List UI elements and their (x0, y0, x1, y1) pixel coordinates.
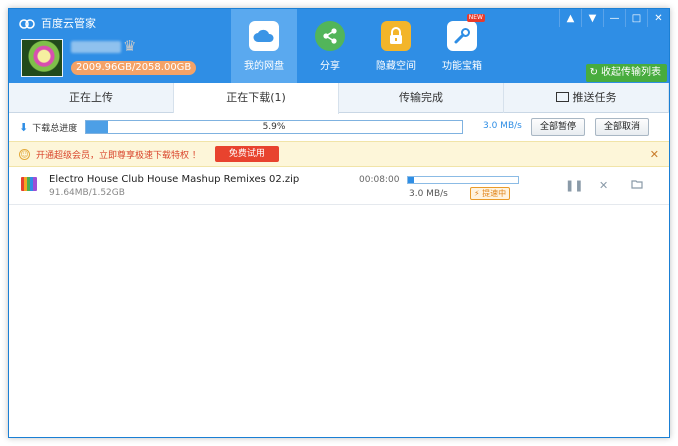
share-icon (315, 21, 345, 51)
close-button[interactable]: ✕ (647, 9, 669, 27)
cancel-all-button[interactable]: 全部取消 (595, 118, 650, 136)
main-nav: 我的网盘 分享 隐藏空间 NEW 功能宝箱 (231, 9, 495, 83)
zip-archive-icon (21, 177, 37, 191)
nav-my-disk[interactable]: 我的网盘 (231, 9, 297, 83)
nav-toolbox[interactable]: NEW 功能宝箱 (429, 9, 495, 83)
tab-push-tasks[interactable]: 推送任务 (504, 83, 669, 113)
new-badge: NEW (466, 14, 485, 22)
nav-label: 功能宝箱 (442, 61, 482, 72)
app-title-area: 百度云管家 (19, 15, 96, 31)
pause-all-button[interactable]: 全部暂停 (531, 118, 586, 136)
lock-icon (381, 21, 411, 51)
total-speed: 3.0 MB/s (483, 121, 522, 131)
close-icon[interactable]: ✕ (650, 148, 659, 161)
app-title: 百度云管家 (41, 17, 96, 30)
nav-hidden-space[interactable]: 隐藏空间 (363, 9, 429, 83)
file-progress-fill (408, 177, 415, 183)
download-arrow-icon: ⬇ (19, 120, 29, 134)
tab-downloading[interactable]: 正在下载(1) (174, 83, 339, 114)
collapse-transfer-list-button[interactable]: ↻ 收起传输列表 (585, 64, 667, 82)
collapse-label: 收起传输列表 (601, 67, 661, 78)
total-progress-percent: 5.9% (262, 122, 286, 132)
transfer-tabs: 正在上传 正在下载(1) 传输完成 推送任务 (9, 83, 669, 114)
download-list: Electro House Club House Mashup Remixes … (9, 167, 669, 437)
username-blurred (71, 41, 121, 53)
tab-uploading[interactable]: 正在上传 (9, 83, 174, 113)
accel-label: 提速中 (482, 189, 507, 198)
file-progress-bar (407, 176, 519, 184)
lightning-icon: ⚡ (474, 189, 480, 198)
app-window: 百度云管家 ♛ 2009.96GB/2058.00GB 我的网盘 分享 隐藏空间… (8, 8, 670, 438)
tab-completed[interactable]: 传输完成 (339, 83, 504, 113)
folder-icon[interactable] (631, 179, 643, 192)
refresh-icon: ↻ (589, 67, 598, 78)
total-progress-label: 下载总进度 (32, 123, 78, 134)
smile-icon: ☺ (19, 148, 30, 160)
total-progress-bar: 5.9% (85, 120, 463, 134)
menu-button[interactable]: ▼ (581, 9, 603, 27)
download-progress-toolbar: ⬇ 下载总进度 5.9% 3.0 MB/s 全部暂停 全部取消 (9, 113, 669, 141)
free-trial-button[interactable]: 免费试用 (214, 146, 279, 162)
table-row[interactable]: Electro House Club House Mashup Remixes … (9, 167, 669, 205)
pause-icon[interactable]: ❚❚ (565, 179, 583, 192)
cancel-icon[interactable]: ✕ (599, 179, 608, 192)
avatar[interactable] (21, 39, 63, 77)
file-name: Electro House Club House Mashup Remixes … (49, 174, 300, 185)
time-remaining: 00:08:00 (359, 175, 400, 185)
crown-icon[interactable]: ♛ (123, 37, 136, 55)
tools-icon: NEW (447, 14, 485, 51)
skin-button[interactable]: ▲ (559, 9, 581, 27)
tab-label: 推送任务 (572, 91, 617, 104)
nav-label: 分享 (320, 61, 340, 72)
monitor-icon (555, 92, 569, 102)
nav-share[interactable]: 分享 (297, 9, 363, 83)
accelerating-badge[interactable]: ⚡ 提速中 (470, 187, 511, 200)
vip-banner: ☺ 开通超级会员，立即尊享极速下载特权 ！ 免费试用 ✕ (9, 141, 669, 167)
window-controls: ▲ ▼ — □ ✕ (559, 9, 669, 27)
minimize-button[interactable]: — (603, 9, 625, 27)
cloud-icon (249, 21, 279, 51)
file-speed: 3.0 MB/s (409, 189, 448, 199)
maximize-button[interactable]: □ (625, 9, 647, 27)
baidu-cloud-logo-icon (19, 17, 35, 29)
file-size: 91.64MB/1.52GB (49, 188, 125, 198)
storage-quota: 2009.96GB/2058.00GB (71, 61, 197, 75)
nav-label: 隐藏空间 (376, 61, 416, 72)
header-bar: 百度云管家 ♛ 2009.96GB/2058.00GB 我的网盘 分享 隐藏空间… (9, 9, 669, 83)
nav-label: 我的网盘 (244, 61, 284, 72)
vip-banner-text: 开通超级会员，立即尊享极速下载特权 ！ (36, 150, 201, 161)
